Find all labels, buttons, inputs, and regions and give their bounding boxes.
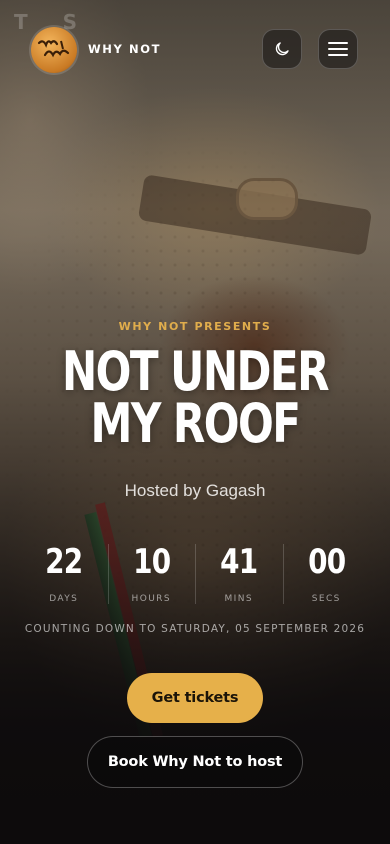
countdown-days: 22 DAYS: [20, 540, 108, 608]
countdown-value: 22: [45, 542, 83, 582]
countdown-value: 00: [307, 542, 346, 582]
countdown-label: MINS: [224, 594, 253, 604]
event-kicker: WHY NOT PRESENTS: [118, 320, 272, 333]
logo-mark: [37, 40, 70, 58]
theme-toggle-button[interactable]: [262, 29, 302, 69]
countdown-label: DAYS: [49, 594, 79, 604]
countdown-timer: 22 DAYS 10 HOURS 41 MINS 00 SECS: [20, 540, 370, 608]
countdown-value: 10: [132, 542, 171, 582]
moon-icon: [275, 42, 289, 56]
countdown-value: 41: [220, 542, 258, 582]
countdown-hours: 10 HOURS: [107, 540, 196, 608]
countdown-label: SECS: [311, 594, 341, 604]
brand-logo[interactable]: [31, 27, 77, 73]
countdown-target-date: COUNTING DOWN TO SATURDAY, 05 SEPTEMBER …: [24, 623, 366, 635]
hamburger-menu-icon: [328, 42, 348, 56]
countdown-mins: 41 MINS: [195, 540, 283, 608]
event-host: Hosted by Gagash: [124, 481, 266, 500]
countdown-secs: 00 SECS: [282, 540, 371, 608]
menu-button[interactable]: [318, 29, 358, 69]
brand-name[interactable]: WHY NOT: [88, 42, 161, 56]
countdown-label: HOURS: [131, 594, 171, 604]
book-host-button[interactable]: Book Why Not to host: [87, 736, 303, 788]
event-title: NOT UNDER MY ROOF: [61, 340, 330, 455]
get-tickets-button[interactable]: Get tickets: [127, 673, 263, 723]
